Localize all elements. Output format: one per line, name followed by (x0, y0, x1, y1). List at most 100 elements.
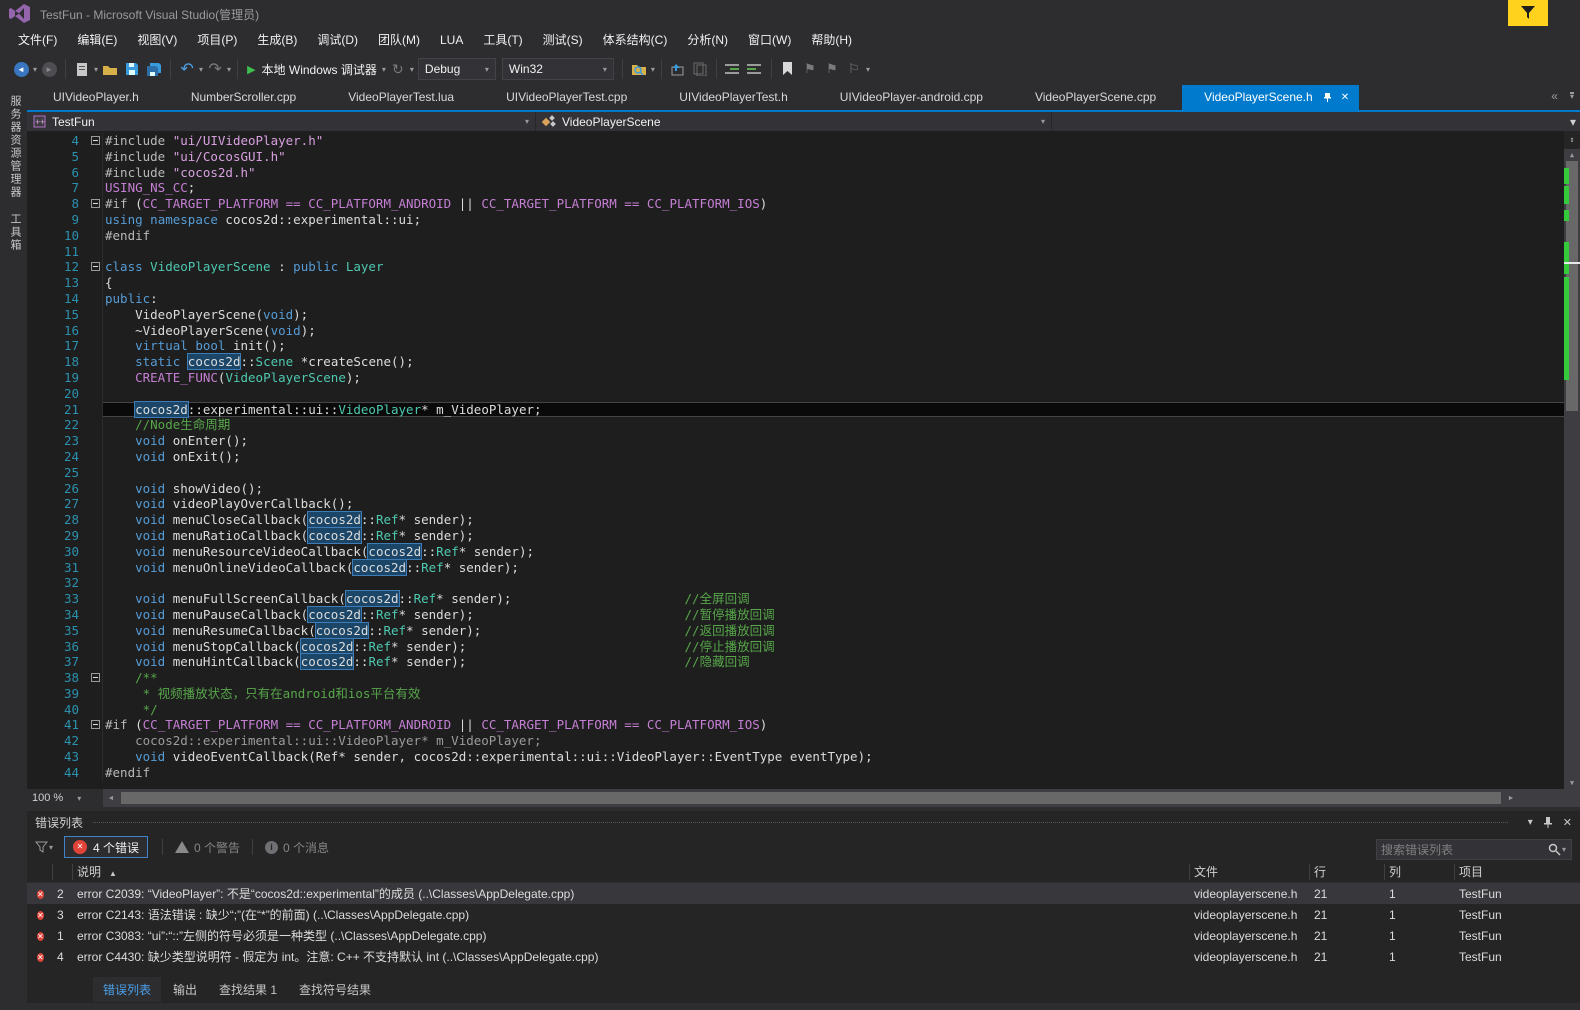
code-line[interactable]: 18 static cocos2d::Scene *createScene(); (27, 354, 1564, 370)
code-line[interactable]: 11 (27, 244, 1564, 260)
column-file[interactable]: 文件 (1190, 864, 1310, 880)
menu-item[interactable]: 视图(V) (127, 27, 187, 53)
errors-filter-button[interactable]: ✕ 4 个错误 (64, 836, 148, 858)
code-line[interactable]: 40 */ (27, 702, 1564, 718)
fold-collapse-icon[interactable] (91, 720, 100, 729)
doc-tab[interactable]: VideoPlayerScene.h✕ (1182, 85, 1359, 110)
scroll-right-icon[interactable]: ► (1503, 795, 1519, 802)
menu-item[interactable]: 窗口(W) (738, 27, 801, 53)
code-line[interactable]: 20 (27, 386, 1564, 402)
search-dropdown-icon[interactable]: ▾ (1562, 845, 1566, 854)
code-line[interactable]: 32 (27, 575, 1564, 591)
code-line[interactable]: 14public: (27, 291, 1564, 307)
menu-item[interactable]: 生成(B) (247, 27, 307, 53)
navigate-to-icon[interactable] (669, 60, 687, 78)
tab-overflow-controls[interactable]: « ▾ (1551, 89, 1574, 103)
add-item-icon[interactable] (101, 60, 119, 78)
menu-item[interactable]: 帮助(H) (801, 27, 862, 53)
code-line[interactable]: 31 void menuOnlineVideoCallback(cocos2d:… (27, 560, 1564, 576)
panel-tab[interactable]: 错误列表 (93, 977, 161, 1002)
editor-vertical-scrollbar[interactable]: ⇕ ▲ ▼ (1564, 131, 1580, 789)
column-project[interactable]: 项目 (1455, 864, 1580, 880)
save-icon[interactable] (123, 60, 141, 78)
error-row[interactable]: ✕2error C2039: “VideoPlayer”: 不是“cocos2d… (27, 883, 1580, 904)
code-line[interactable]: 41#if (CC_TARGET_PLATFORM == CC_PLATFORM… (27, 717, 1564, 733)
project-scope-dropdown[interactable]: ++ TestFun ▾ (27, 112, 536, 131)
code-line[interactable]: 29 void menuRatioCallback(cocos2d::Ref* … (27, 528, 1564, 544)
column-col[interactable]: 列 (1385, 864, 1455, 880)
code-editor[interactable]: 4#include "ui/UIVideoPlayer.h"5#include … (27, 131, 1580, 789)
code-line[interactable]: 4#include "ui/UIVideoPlayer.h" (27, 133, 1564, 149)
menu-item[interactable]: LUA (430, 27, 473, 53)
new-file-dropdown-icon[interactable]: ▾ (94, 65, 98, 74)
code-line[interactable]: 43 void videoEventCallback(Ref* sender, … (27, 749, 1564, 765)
navigate-back-icon[interactable]: ◄ (12, 60, 30, 78)
messages-filter-button[interactable]: i 0 个消息 (257, 839, 337, 856)
close-icon[interactable]: ✕ (1563, 816, 1572, 829)
code-line[interactable]: 34 void menuPauseCallback(cocos2d::Ref* … (27, 607, 1564, 623)
new-file-icon[interactable] (73, 60, 91, 78)
run-dropdown-icon[interactable]: ▾ (382, 65, 386, 74)
toggle-bookmark-icon[interactable] (779, 60, 797, 78)
code-line[interactable]: 22 //Node生命周期 (27, 417, 1564, 433)
fold-collapse-icon[interactable] (91, 262, 100, 271)
code-line[interactable]: 6#include "cocos2d.h" (27, 165, 1564, 181)
undo-icon[interactable]: ↶ (178, 60, 196, 78)
bookmark-dropdown-icon[interactable]: ▾ (866, 65, 870, 74)
doc-tab[interactable]: UIVideoPlayer-android.cpp (814, 85, 1009, 110)
error-row[interactable]: ✕3error C2143: 语法错误 : 缺少“;”(在“*”的前面) (..… (27, 904, 1580, 925)
code-line[interactable]: 13{ (27, 275, 1564, 291)
error-row[interactable]: ✕4error C4430: 缺少类型说明符 - 假定为 int。注意: C++… (27, 946, 1580, 967)
notifications-flag-icon[interactable] (1508, 0, 1548, 26)
navigate-forward-icon[interactable]: ► (40, 60, 58, 78)
type-scope-dropdown[interactable]: VideoPlayerScene ▾ (536, 112, 1052, 131)
code-line[interactable]: 33 void menuFullScreenCallback(cocos2d::… (27, 591, 1564, 607)
menu-item[interactable]: 分析(N) (677, 27, 738, 53)
code-line[interactable]: 12class VideoPlayerScene : public Layer (27, 259, 1564, 275)
horizontal-scroll-thumb[interactable] (121, 792, 1501, 804)
code-line[interactable]: 37 void menuHintCallback(cocos2d::Ref* s… (27, 654, 1564, 670)
code-line[interactable]: 23 void onEnter(); (27, 433, 1564, 449)
code-line[interactable]: 35 void menuResumeCallback(cocos2d::Ref*… (27, 623, 1564, 639)
configuration-combo[interactable]: Debug▾ (418, 58, 496, 80)
side-tab[interactable]: 工具箱 (7, 213, 23, 252)
error-list-search-input[interactable] (1381, 843, 1548, 857)
scroll-down-icon[interactable]: ▼ (1564, 779, 1580, 787)
menu-item[interactable]: 项目(P) (187, 27, 247, 53)
menu-item[interactable]: 工具(T) (473, 27, 532, 53)
menu-item[interactable]: 体系结构(C) (593, 27, 678, 53)
code-line[interactable]: 24 void onExit(); (27, 449, 1564, 465)
filter-button[interactable]: ▾ (35, 841, 54, 853)
code-line[interactable]: 28 void menuCloseCallback(cocos2d::Ref* … (27, 512, 1564, 528)
menu-item[interactable]: 调试(D) (307, 27, 368, 53)
scroll-tabs-left-icon[interactable]: « (1551, 89, 1558, 103)
column-line[interactable]: 行 (1310, 864, 1385, 880)
split-editor-handle[interactable]: ⇕ (1564, 131, 1580, 149)
pin-icon[interactable] (1543, 816, 1553, 828)
fold-collapse-icon[interactable] (91, 136, 100, 145)
code-line[interactable]: 26 void showVideo(); (27, 481, 1564, 497)
menu-item[interactable]: 团队(M) (368, 27, 430, 53)
doc-tab[interactable]: VideoPlayerTest.lua (322, 85, 480, 110)
code-line[interactable]: 25 (27, 465, 1564, 481)
menu-item[interactable]: 测试(S) (533, 27, 593, 53)
code-line[interactable]: 30 void menuResourceVideoCallback(cocos2… (27, 544, 1564, 560)
code-line[interactable]: 27 void videoPlayOverCallback(); (27, 496, 1564, 512)
doc-tab[interactable]: VideoPlayerScene.cpp (1009, 85, 1182, 110)
menu-item[interactable]: 编辑(E) (67, 27, 127, 53)
doc-tab[interactable]: UIVideoPlayerTest.h (653, 85, 814, 110)
code-line[interactable]: 7USING_NS_CC; (27, 180, 1564, 196)
member-scope-dropdown-icon[interactable]: ▾ (1570, 115, 1576, 129)
code-line[interactable]: 39 * 视频播放状态，只有在android和ios平台有效 (27, 686, 1564, 702)
doc-tab[interactable]: NumberScroller.cpp (165, 85, 322, 110)
fold-collapse-icon[interactable] (91, 199, 100, 208)
increase-indent-icon[interactable] (746, 60, 764, 78)
column-description[interactable]: 说明▲ (73, 864, 1190, 880)
scroll-left-icon[interactable]: ◄ (103, 795, 119, 802)
editor-zoom-combo[interactable]: 100 %▾ (27, 789, 103, 807)
refresh-dropdown-icon[interactable]: ▾ (410, 65, 414, 74)
scroll-up-icon[interactable]: ▲ (1564, 151, 1580, 159)
refresh-icon[interactable]: ↻ (389, 60, 407, 78)
code-line[interactable]: 36 void menuStopCallback(cocos2d::Ref* s… (27, 639, 1564, 655)
code-line[interactable]: 5#include "ui/CocosGUI.h" (27, 149, 1564, 165)
